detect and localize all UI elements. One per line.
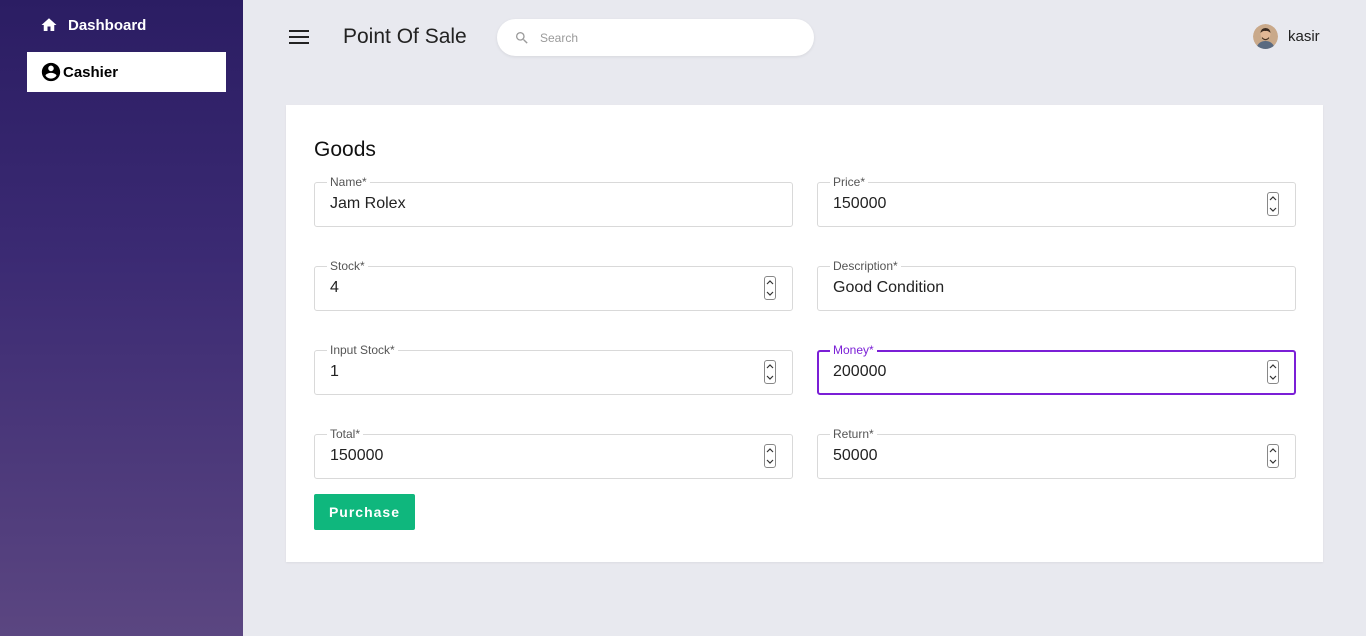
sidebar: Dashboard Cashier [0, 0, 243, 636]
money-field: Money* [817, 342, 1296, 395]
price-label: Price* [830, 174, 869, 190]
chevron-up-icon[interactable] [1268, 445, 1278, 456]
chevron-down-icon[interactable] [1268, 456, 1278, 467]
money-label: Money* [830, 342, 877, 358]
avatar [1253, 24, 1278, 49]
input-stock-label: Input Stock* [327, 342, 398, 358]
stock-field: Stock* [314, 258, 793, 311]
price-input[interactable] [833, 192, 1253, 216]
username: kasir [1288, 28, 1320, 45]
menu-icon[interactable] [289, 28, 309, 46]
total-field: Total* [314, 426, 793, 479]
description-field: Description* [817, 258, 1296, 311]
sidebar-item-cashier[interactable]: Cashier [27, 52, 226, 92]
sidebar-item-label: Dashboard [68, 16, 147, 34]
goods-card: Goods Name* Price* Stock* Description* I… [286, 105, 1323, 562]
price-field: Price* [817, 174, 1296, 227]
sidebar-item-dashboard[interactable]: Dashboard [40, 14, 146, 36]
description-input[interactable] [833, 276, 1253, 300]
return-input[interactable] [833, 444, 1253, 468]
card-title: Goods [314, 138, 376, 161]
sidebar-item-label: Cashier [63, 63, 119, 81]
user-menu[interactable]: kasir [1253, 24, 1320, 49]
chevron-up-icon[interactable] [1268, 361, 1278, 372]
total-stepper[interactable] [764, 444, 776, 468]
name-label: Name* [327, 174, 370, 190]
name-input[interactable] [330, 192, 750, 216]
price-stepper[interactable] [1267, 192, 1279, 216]
chevron-up-icon[interactable] [765, 277, 775, 288]
input-stock-stepper[interactable] [764, 360, 776, 384]
money-input[interactable] [833, 360, 1253, 384]
return-field: Return* [817, 426, 1296, 479]
search-input[interactable] [540, 30, 780, 45]
purchase-button[interactable]: Purchase [314, 494, 415, 530]
search-icon [514, 30, 530, 46]
stock-stepper[interactable] [764, 276, 776, 300]
total-label: Total* [327, 426, 364, 442]
stock-input[interactable] [330, 276, 750, 300]
name-field: Name* [314, 174, 793, 227]
chevron-down-icon[interactable] [1268, 372, 1278, 383]
chevron-down-icon[interactable] [765, 288, 775, 299]
input-stock-input[interactable] [330, 360, 750, 384]
description-label: Description* [830, 258, 901, 274]
stock-label: Stock* [327, 258, 368, 274]
chevron-up-icon[interactable] [1268, 193, 1278, 204]
return-label: Return* [830, 426, 877, 442]
app-title: Point Of Sale [343, 25, 467, 48]
search-bar[interactable] [497, 19, 814, 56]
return-stepper[interactable] [1267, 444, 1279, 468]
chevron-down-icon[interactable] [765, 456, 775, 467]
chevron-down-icon[interactable] [1268, 204, 1278, 215]
total-input[interactable] [330, 444, 750, 468]
chevron-up-icon[interactable] [765, 361, 775, 372]
chevron-up-icon[interactable] [765, 445, 775, 456]
account-circle-icon [40, 61, 62, 83]
chevron-down-icon[interactable] [765, 372, 775, 383]
input-stock-field: Input Stock* [314, 342, 793, 395]
home-icon [40, 16, 58, 34]
money-stepper[interactable] [1267, 360, 1279, 384]
